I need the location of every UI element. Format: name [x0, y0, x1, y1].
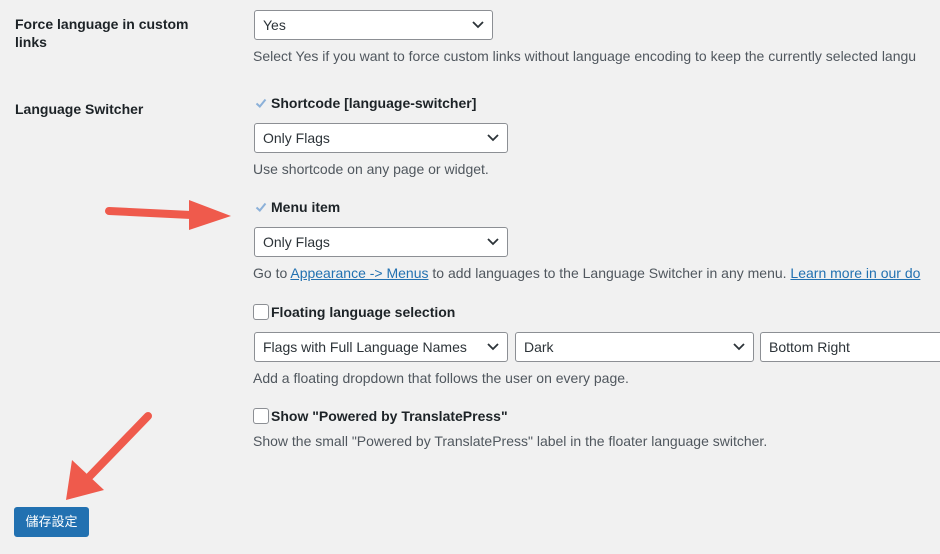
menu-item-desc-middle: to add languages to the Language Switche…	[428, 265, 791, 281]
menu-item-desc-prefix: Go to	[253, 265, 291, 281]
appearance-menus-link[interactable]: Appearance -> Menus	[290, 265, 428, 281]
shortcode-description: Use shortcode on any page or widget.	[253, 161, 489, 177]
floating-checkbox-label: Floating language selection	[271, 304, 456, 320]
floating-checkbox[interactable]	[253, 304, 269, 320]
chevron-down-icon	[487, 134, 499, 142]
powered-by-checkbox[interactable]	[253, 408, 269, 424]
checkmark-icon[interactable]	[253, 95, 269, 111]
menu-item-select[interactable]: Only Flags	[254, 227, 508, 257]
shortcode-checkbox-label: Shortcode [language-switcher]	[271, 95, 477, 111]
powered-by-checkbox-row[interactable]: Show "Powered by TranslatePress"	[253, 408, 508, 424]
language-switcher-label: Language Switcher	[15, 101, 144, 117]
force-language-select[interactable]: Yes	[254, 10, 493, 40]
chevron-down-icon	[487, 343, 499, 351]
force-language-select-value: Yes	[263, 17, 286, 33]
menu-item-checkbox-row[interactable]: Menu item	[253, 199, 340, 215]
chevron-down-icon	[472, 21, 484, 29]
menu-item-checkbox-label: Menu item	[271, 199, 341, 215]
force-language-description: Select Yes if you want to force custom l…	[253, 48, 917, 64]
save-settings-button[interactable]: 儲存設定	[14, 507, 89, 537]
floating-position-select[interactable]: Bottom Right	[760, 332, 940, 362]
powered-by-description: Show the small "Powered by TranslatePres…	[253, 433, 768, 449]
chevron-down-icon	[733, 343, 745, 351]
floating-description: Add a floating dropdown that follows the…	[253, 370, 629, 386]
force-language-label: Force language in custom links	[15, 16, 189, 50]
floating-theme-select[interactable]: Dark	[515, 332, 754, 362]
floating-checkbox-row[interactable]: Floating language selection	[253, 304, 455, 320]
floating-position-select-value: Bottom Right	[769, 339, 850, 355]
powered-by-checkbox-label: Show "Powered by TranslatePress"	[271, 408, 508, 424]
floating-theme-select-value: Dark	[524, 339, 554, 355]
menu-item-description: Go to Appearance -> Menus to add languag…	[253, 264, 920, 282]
checkmark-icon[interactable]	[253, 199, 269, 215]
floating-type-select[interactable]: Flags with Full Language Names	[254, 332, 508, 362]
learn-more-link[interactable]: Learn more in our do	[790, 265, 920, 281]
floating-type-select-value: Flags with Full Language Names	[263, 339, 467, 355]
shortcode-select-value: Only Flags	[263, 130, 330, 146]
menu-item-select-value: Only Flags	[263, 234, 330, 250]
shortcode-checkbox-row[interactable]: Shortcode [language-switcher]	[253, 95, 476, 111]
shortcode-select[interactable]: Only Flags	[254, 123, 508, 153]
arrow-annotation-icon	[105, 200, 231, 230]
chevron-down-icon	[487, 238, 499, 246]
arrow-annotation-icon	[66, 412, 152, 500]
